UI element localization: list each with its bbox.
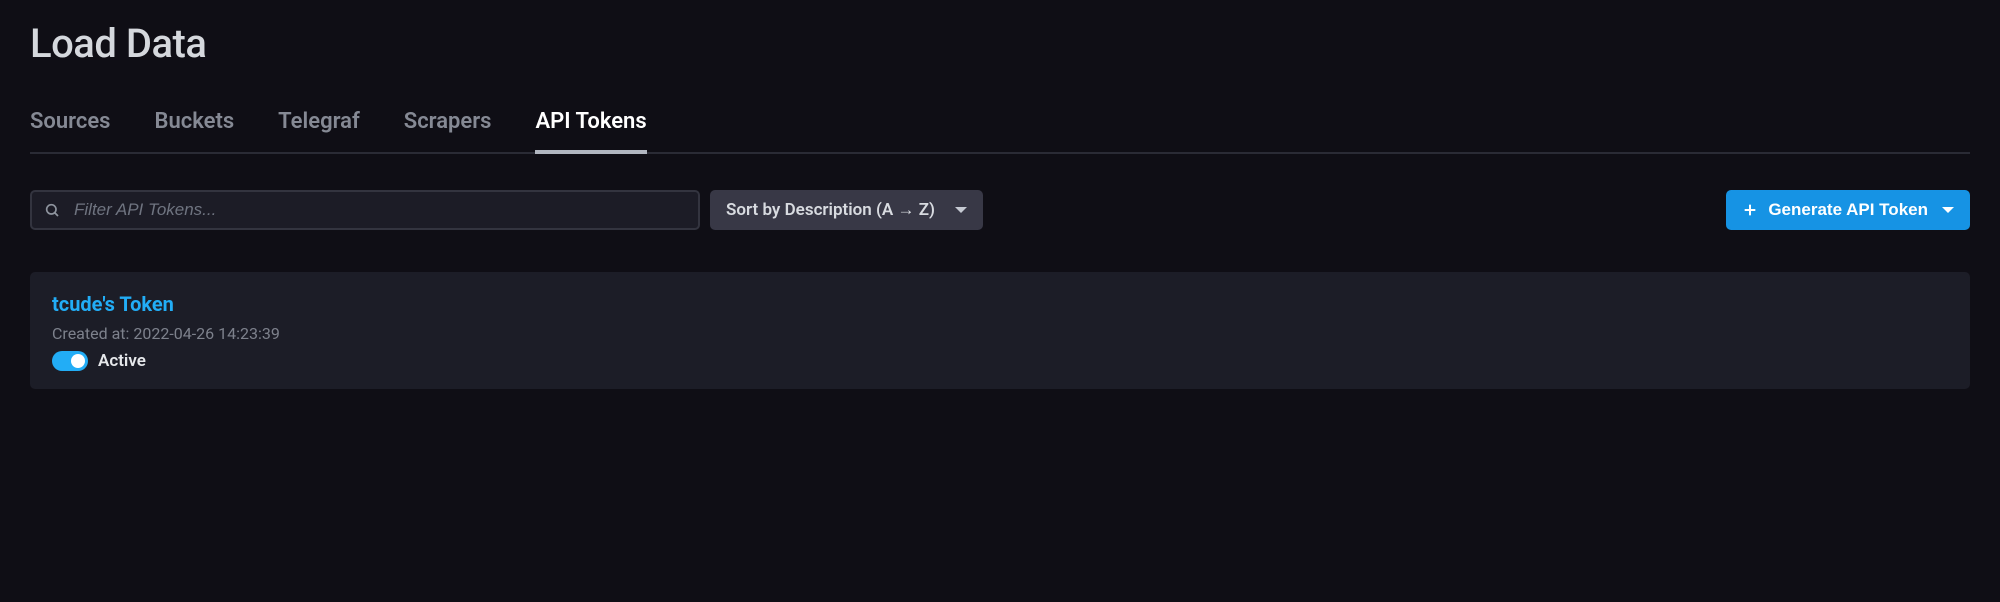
page-title: Load Data xyxy=(30,20,1970,67)
toggle-knob xyxy=(71,354,85,368)
token-status-row: Active xyxy=(52,351,1948,371)
token-card: tcude's Token Created at: 2022-04-26 14:… xyxy=(30,272,1970,389)
controls-bar: Sort by Description (A → Z) Generate API… xyxy=(30,190,1970,230)
search-wrap xyxy=(30,190,700,230)
sort-dropdown[interactable]: Sort by Description (A → Z) xyxy=(710,190,983,230)
generate-button-label: Generate API Token xyxy=(1768,200,1928,220)
token-created-at: Created at: 2022-04-26 14:23:39 xyxy=(52,324,1948,343)
tab-sources[interactable]: Sources xyxy=(30,109,111,152)
token-active-toggle[interactable] xyxy=(52,351,88,371)
plus-icon xyxy=(1742,202,1758,218)
chevron-down-icon xyxy=(955,207,967,213)
search-input[interactable] xyxy=(30,190,700,230)
tab-api-tokens[interactable]: API Tokens xyxy=(535,109,646,152)
search-icon xyxy=(44,202,60,218)
tabs-bar: Sources Buckets Telegraf Scrapers API To… xyxy=(30,109,1970,154)
tab-scrapers[interactable]: Scrapers xyxy=(404,109,492,152)
generate-api-token-button[interactable]: Generate API Token xyxy=(1726,190,1970,230)
tab-telegraf[interactable]: Telegraf xyxy=(278,109,360,152)
chevron-down-icon xyxy=(1942,207,1954,213)
tab-buckets[interactable]: Buckets xyxy=(155,109,235,152)
token-name-link[interactable]: tcude's Token xyxy=(52,292,174,316)
sort-label: Sort by Description (A → Z) xyxy=(726,200,935,220)
token-status-label: Active xyxy=(98,351,146,371)
